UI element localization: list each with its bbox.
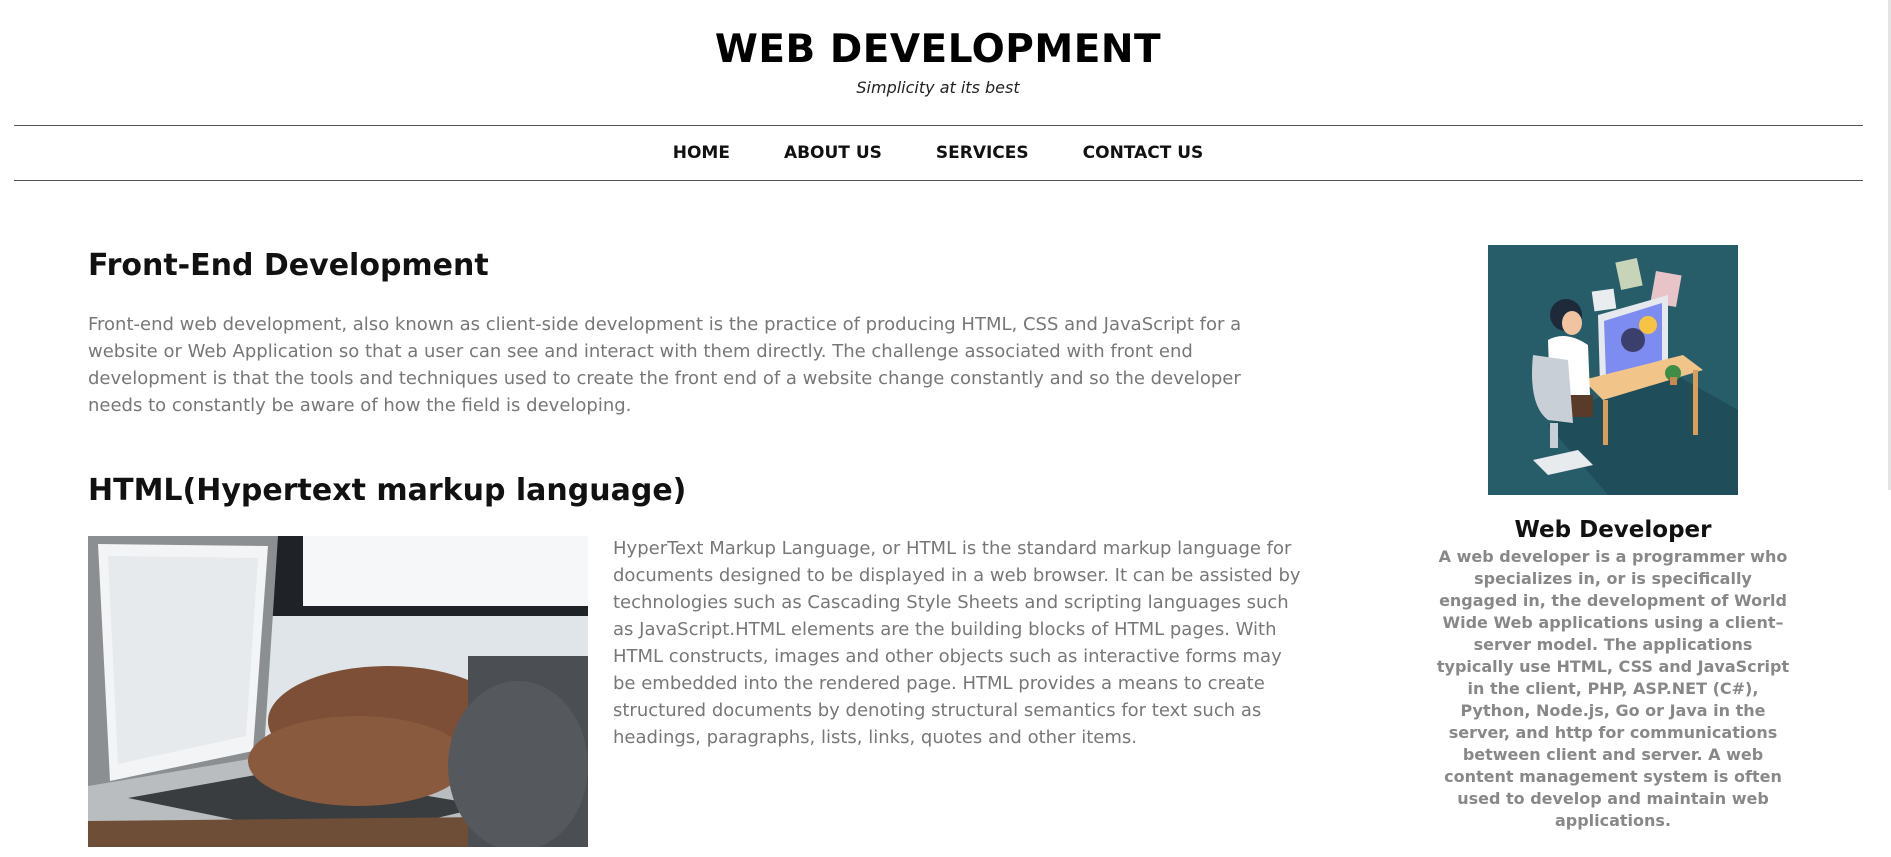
html-paragraph: HyperText Markup Language, or HTML is th… bbox=[613, 538, 1301, 748]
nav-link-home[interactable]: HOME bbox=[673, 142, 730, 164]
laptop-typing-image bbox=[88, 536, 588, 847]
developer-illustration bbox=[1488, 245, 1738, 495]
nav-link-services[interactable]: SERVICES bbox=[936, 142, 1029, 164]
front-end-heading: Front-End Development bbox=[88, 248, 489, 283]
main-nav: HOME ABOUT US SERVICES CONTACT US bbox=[0, 126, 1876, 180]
page: WEB DEVELOPMENT Simplicity at its best H… bbox=[0, 0, 1891, 857]
site-title: WEB DEVELOPMENT bbox=[714, 27, 1162, 72]
site-tagline: Simplicity at its best bbox=[856, 78, 1020, 97]
laptop-typing-illustration bbox=[88, 536, 588, 847]
front-end-paragraph: Front-end web development, also known as… bbox=[88, 314, 1242, 416]
html-heading: HTML(Hypertext markup language) bbox=[88, 473, 687, 508]
nav-link-about-us[interactable]: ABOUT US bbox=[784, 142, 882, 164]
sidebar-title: Web Developer bbox=[1514, 517, 1712, 543]
sidebar-description: A web developer is a programmer who spec… bbox=[1436, 547, 1790, 830]
nav-link-contact-us[interactable]: CONTACT US bbox=[1083, 142, 1204, 164]
developer-at-desk-icon bbox=[1488, 245, 1738, 495]
nav-divider-bottom bbox=[14, 180, 1863, 181]
